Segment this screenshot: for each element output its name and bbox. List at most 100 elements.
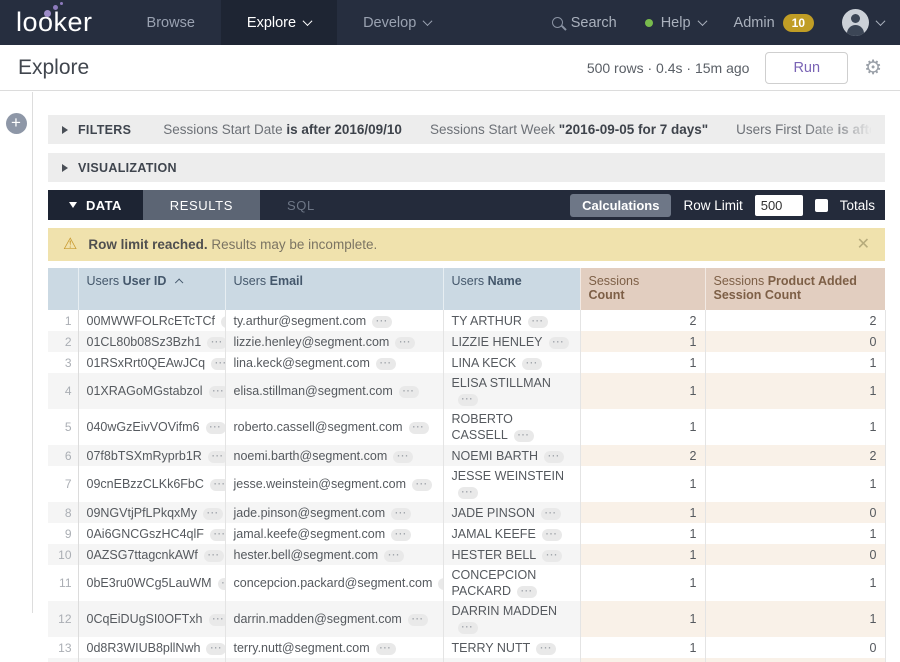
cell-name[interactable]: ROBERTO CASSELL (443, 409, 580, 445)
cell-menu-icon[interactable] (408, 614, 428, 626)
cell-menu-icon[interactable] (206, 643, 225, 655)
cell-email[interactable]: concepcion.packard@segment.com (225, 565, 443, 601)
nav-item-browse[interactable]: Browse (121, 0, 221, 45)
cell-user-id[interactable]: 01XRAGoMGstabzol (78, 373, 225, 409)
cell-email[interactable]: jade.pinson@segment.com (225, 502, 443, 523)
cell-name[interactable]: LINA KECK (443, 352, 580, 373)
cell-sessions-count[interactable]: 1 (580, 466, 705, 502)
cell-menu-icon[interactable] (376, 358, 396, 370)
cell-menu-icon[interactable] (541, 508, 561, 520)
totals-checkbox[interactable] (815, 199, 828, 212)
cell-menu-icon[interactable] (514, 430, 534, 442)
cell-menu-icon[interactable] (542, 529, 562, 541)
col-header-sessions-product-added-session-count[interactable]: Sessions Product Added Session Count (705, 268, 885, 310)
cell-email[interactable]: ty.arthur@segment.com (225, 310, 443, 331)
cell-menu-icon[interactable] (210, 479, 225, 491)
cell-menu-icon[interactable] (206, 422, 225, 434)
cell-menu-icon[interactable] (218, 578, 225, 590)
cell-menu-icon[interactable] (372, 316, 392, 328)
cell-menu-icon[interactable] (409, 422, 429, 434)
cell-menu-icon[interactable] (458, 487, 478, 499)
cell-name[interactable]: TY ARTHUR (443, 310, 580, 331)
cell-sessions-count[interactable]: 1 (580, 352, 705, 373)
cell-product-added-count[interactable]: 0 (705, 331, 885, 352)
cell-user-id[interactable]: 040wGzEivVOVifm6 (78, 409, 225, 445)
cell-product-added-count[interactable]: 0 (705, 502, 885, 523)
cell-menu-icon[interactable] (542, 550, 562, 562)
cell-product-added-count[interactable]: 1 (705, 352, 885, 373)
cell-user-id[interactable]: 01RSxRrt0QEAwJCq (78, 352, 225, 373)
cell-name[interactable]: CONCEPCION PACKARD (443, 565, 580, 601)
cell-menu-icon[interactable] (204, 550, 224, 562)
cell-sessions-count[interactable]: 1 (580, 601, 705, 637)
cell-product-added-count[interactable]: 2 (705, 445, 885, 466)
cell-product-added-count[interactable]: 1 (705, 409, 885, 445)
nav-search[interactable]: Search (552, 15, 617, 31)
cell-sessions-count[interactable]: 1 (580, 544, 705, 565)
cell-user-id[interactable]: 0AZSG7ttagcnkAWf (78, 544, 225, 565)
cell-menu-icon[interactable] (544, 451, 564, 463)
cell-user-id[interactable]: 00MWWFOLRcETcTCf (78, 310, 225, 331)
cell-menu-icon[interactable] (528, 316, 548, 328)
cell-sessions-count[interactable]: 1 (580, 523, 705, 544)
cell-product-added-count[interactable]: 1 (705, 565, 885, 601)
cell-menu-icon[interactable] (210, 529, 225, 541)
cell-name[interactable]: JESSE WEINSTEIN (443, 466, 580, 502)
cell-menu-icon[interactable] (393, 451, 413, 463)
cell-name[interactable]: ELISA STILLMAN (443, 373, 580, 409)
nav-item-develop[interactable]: Develop (337, 0, 457, 45)
cell-product-added-count[interactable]: 1 (705, 466, 885, 502)
cell-menu-icon[interactable] (536, 643, 556, 655)
cell-name[interactable]: JAMAL KEEFE (443, 523, 580, 544)
calculations-button[interactable]: Calculations (570, 194, 671, 217)
nav-help[interactable]: Help (645, 15, 706, 31)
cell-product-added-count[interactable]: 1 (705, 523, 885, 544)
data-section-toggle[interactable]: DATA (48, 190, 143, 220)
row-limit-input[interactable] (755, 195, 803, 216)
looker-logo[interactable]: looker (0, 0, 121, 45)
cell-user-id[interactable]: 0CqEiDUgSI0OFTxh (78, 601, 225, 637)
gear-icon[interactable]: ⚙ (864, 58, 882, 78)
cell-menu-icon[interactable] (221, 316, 225, 328)
cell-menu-icon[interactable] (203, 508, 223, 520)
cell-menu-icon[interactable] (522, 358, 542, 370)
filters-bar[interactable]: FILTERS Sessions Start Date is after 201… (48, 115, 885, 144)
cell-user-id[interactable]: 07f8bTSXmRyprb1R (78, 445, 225, 466)
cell-email[interactable]: noemi.barth@segment.com (225, 445, 443, 466)
tab-results[interactable]: RESULTS (143, 190, 260, 220)
nav-admin[interactable]: Admin 10 (734, 14, 814, 32)
expand-field-picker-button[interactable]: + (6, 113, 27, 134)
cell-sessions-count[interactable]: 1 (580, 373, 705, 409)
cell-user-id[interactable]: 0bE3ru0WCg5LauWM (78, 565, 225, 601)
cell-menu-icon[interactable] (209, 386, 225, 398)
cell-menu-icon[interactable] (391, 508, 411, 520)
cell-sessions-count[interactable]: 1 (580, 502, 705, 523)
cell-name[interactable]: NOEMI BARTH (443, 445, 580, 466)
col-header-users-email[interactable]: Users Email (225, 268, 443, 310)
cell-menu-icon[interactable] (211, 358, 225, 370)
cell-menu-icon[interactable] (438, 578, 443, 590)
cell-menu-icon[interactable] (517, 586, 537, 598)
cell-email[interactable]: jesse.weinstein@segment.com (225, 466, 443, 502)
cell-menu-icon[interactable] (208, 451, 225, 463)
cell-menu-icon[interactable] (209, 614, 225, 626)
cell-menu-icon[interactable] (549, 337, 569, 349)
cell-name[interactable]: TERRY NUTT (443, 637, 580, 658)
cell-email[interactable]: terry.nutt@segment.com (225, 637, 443, 658)
cell-menu-icon[interactable] (412, 479, 432, 491)
cell-name[interactable]: DARRIN MADDEN (443, 601, 580, 637)
cell-sessions-count[interactable]: 2 (580, 445, 705, 466)
cell-user-id[interactable]: 0d8R3WIUB8pllNwh (78, 637, 225, 658)
cell-menu-icon[interactable] (399, 386, 419, 398)
col-header-users-name[interactable]: Users Name (443, 268, 580, 310)
col-header-sessions-count[interactable]: Sessions Count (580, 268, 705, 310)
cell-product-added-count[interactable]: 0 (705, 544, 885, 565)
cell-sessions-count[interactable]: 1 (580, 409, 705, 445)
cell-user-id[interactable]: 09cnEBzzCLKk6FbC (78, 466, 225, 502)
nav-item-explore[interactable]: Explore (221, 0, 337, 45)
cell-sessions-count[interactable]: 1 (580, 637, 705, 658)
run-button[interactable]: Run (765, 52, 848, 84)
cell-menu-icon[interactable] (458, 622, 478, 634)
cell-sessions-count[interactable]: 1 (580, 565, 705, 601)
visualization-bar[interactable]: VISUALIZATION (48, 153, 885, 182)
